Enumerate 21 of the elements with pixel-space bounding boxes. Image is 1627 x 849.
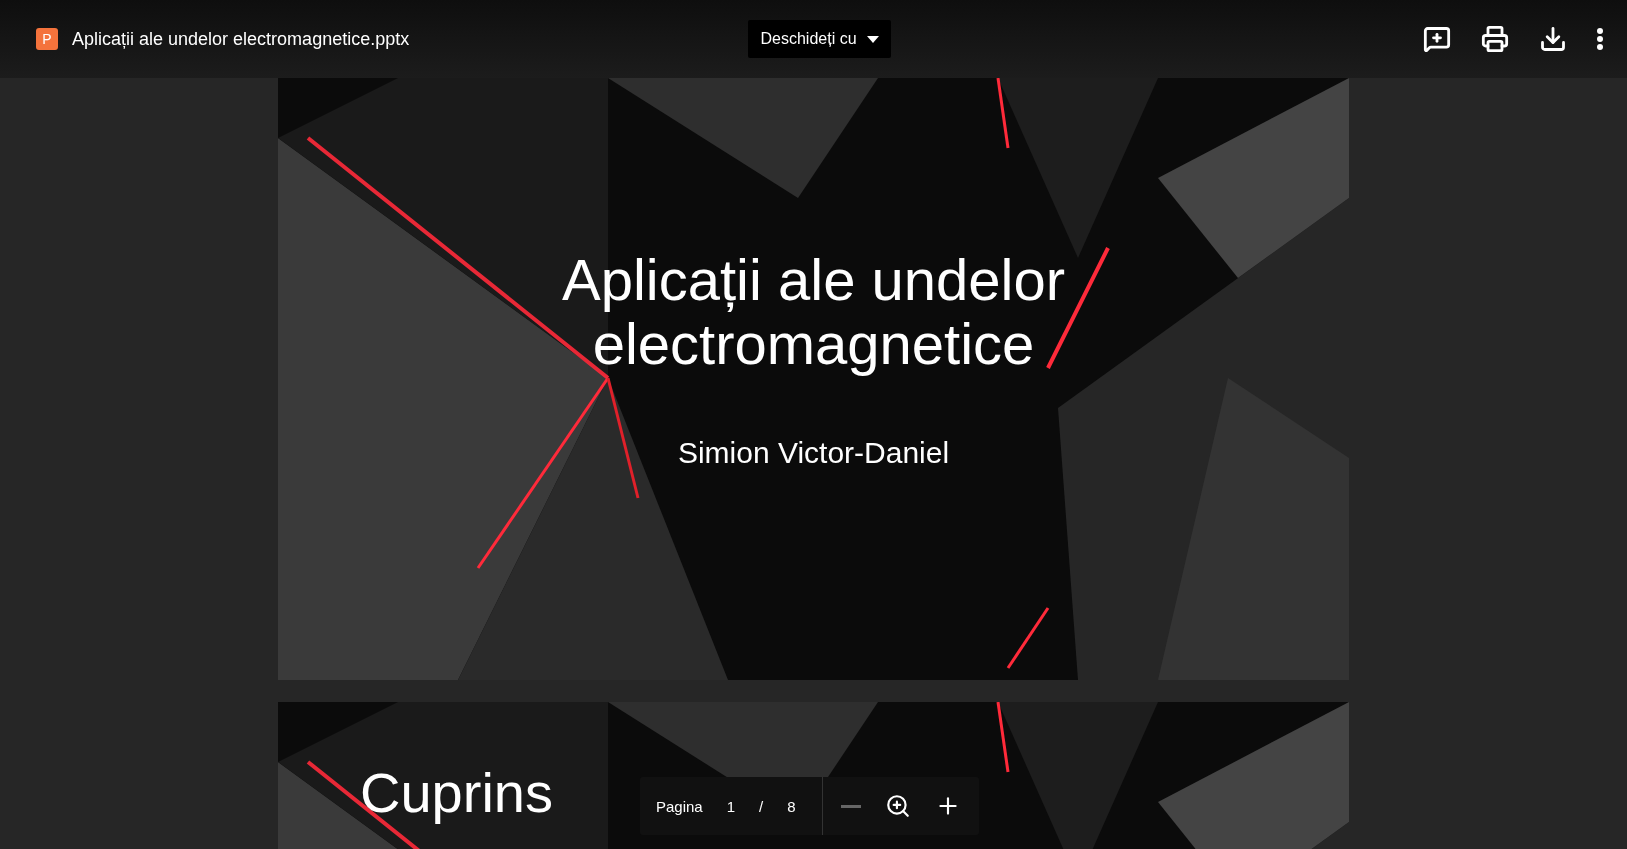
- zoom-in-icon: [884, 793, 911, 819]
- more-menu-button[interactable]: [1597, 28, 1603, 50]
- slide-heading: Cuprins: [360, 761, 553, 824]
- page-count: 8: [786, 797, 797, 815]
- print-button[interactable]: [1481, 25, 1509, 53]
- open-with-button[interactable]: Deschideți cu: [748, 20, 891, 58]
- presentation-file-icon: P: [36, 28, 58, 50]
- current-page[interactable]: 1: [714, 797, 748, 815]
- minus-icon: [840, 804, 861, 808]
- page-separator: /: [758, 797, 765, 815]
- file-name: Aplicații ale undelor electromagnetice.pptx: [72, 28, 410, 50]
- add-comment-icon: [1423, 25, 1451, 53]
- download-icon: [1539, 25, 1567, 53]
- print-icon: [1481, 25, 1509, 53]
- page-label: Pagina: [655, 797, 703, 815]
- slide-subtitle: Simion Victor-Daniel: [677, 436, 950, 470]
- caret-icon: [866, 35, 879, 43]
- more-menu-icon: [1597, 28, 1603, 50]
- download-button[interactable]: [1539, 25, 1567, 53]
- slide-title: Aplicații ale undelor electromagnetice: [561, 248, 1066, 376]
- add-comment-button[interactable]: [1423, 25, 1451, 53]
